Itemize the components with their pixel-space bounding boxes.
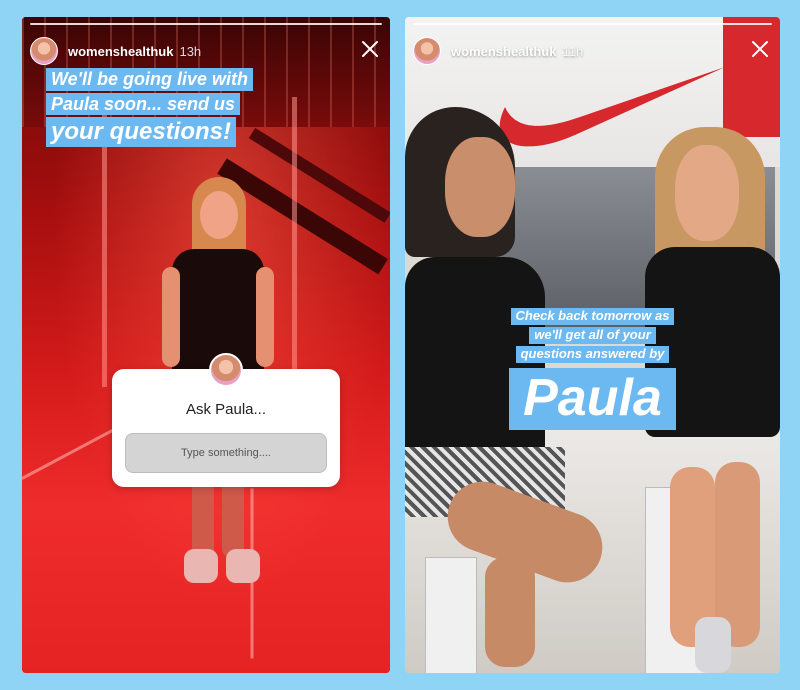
caption-line: your questions! — [46, 117, 237, 147]
shoe — [695, 617, 731, 673]
post-time: 11h — [562, 43, 584, 59]
story-left[interactable]: womenshealthuk 13h We'll be going live w… — [22, 17, 390, 673]
profile-avatar[interactable] — [30, 37, 58, 65]
shoe — [184, 549, 218, 583]
arm — [256, 267, 274, 367]
story-header: womenshealthuk 13h — [30, 35, 201, 67]
story-caption: We'll be going live with Paula soon... s… — [46, 67, 253, 148]
story-progress-bar — [30, 23, 382, 25]
caption-big: Paula — [509, 367, 676, 430]
profile-avatar[interactable] — [413, 37, 441, 65]
close-icon[interactable] — [750, 39, 770, 59]
stool — [425, 557, 477, 673]
story-progress-bar — [413, 23, 772, 25]
question-title: Ask Paula... — [185, 401, 267, 418]
caption-line: Paula soon... send us — [46, 92, 241, 116]
red-panel — [723, 17, 780, 137]
close-icon[interactable] — [360, 39, 380, 59]
glass-post — [292, 97, 297, 387]
face — [445, 137, 515, 237]
username[interactable]: womenshealthuk — [68, 44, 173, 59]
question-sticker[interactable]: Ask Paula... Type something.... — [112, 353, 340, 487]
post-time: 13h — [179, 43, 202, 59]
story-caption: Check back tomorrow as we'll get all of … — [405, 307, 780, 430]
username[interactable]: womenshealthuk — [451, 44, 556, 59]
leg — [485, 557, 535, 667]
shoe — [226, 549, 260, 583]
caption-line: questions answered by — [515, 345, 670, 363]
story-header: womenshealthuk 11h — [413, 35, 583, 67]
face — [675, 145, 739, 241]
caption-line: we'll get all of your — [529, 326, 656, 344]
sticker-avatar — [209, 353, 243, 387]
face — [200, 191, 238, 239]
caption-line: We'll be going live with — [46, 68, 253, 91]
caption-line: Check back tomorrow as — [510, 308, 675, 325]
story-right[interactable]: womenshealthuk 11h Check back tomorrow a… — [405, 17, 780, 673]
question-input[interactable]: Type something.... — [125, 433, 327, 473]
arm — [162, 267, 180, 367]
